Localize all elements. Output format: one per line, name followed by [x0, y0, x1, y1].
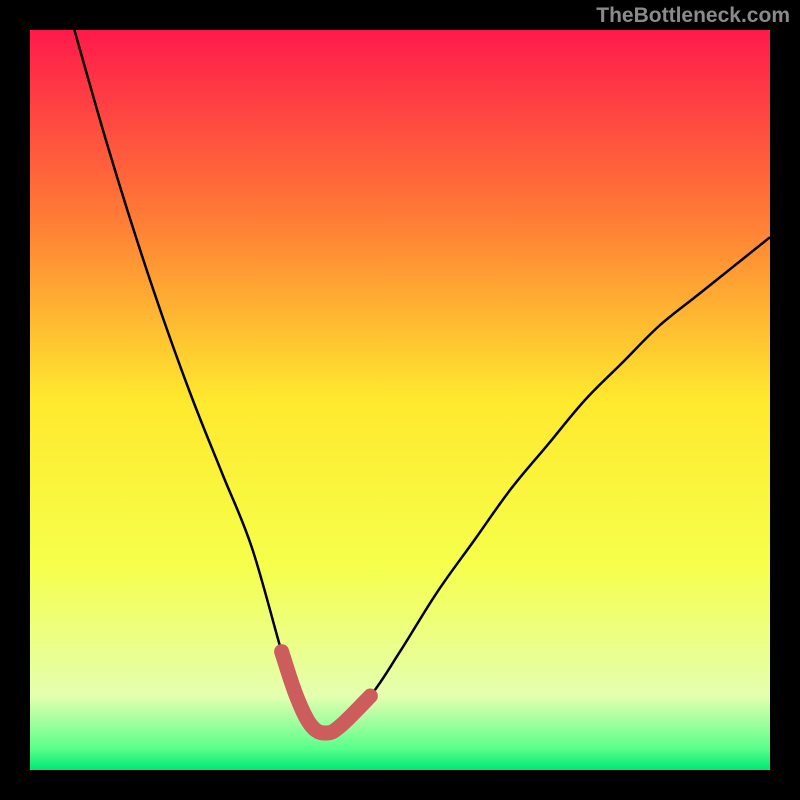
bottleneck-chart: TheBottleneck.com: [0, 0, 800, 800]
gradient-panel: [30, 30, 770, 770]
watermark-text: TheBottleneck.com: [596, 4, 790, 28]
chart-svg: [0, 0, 800, 800]
